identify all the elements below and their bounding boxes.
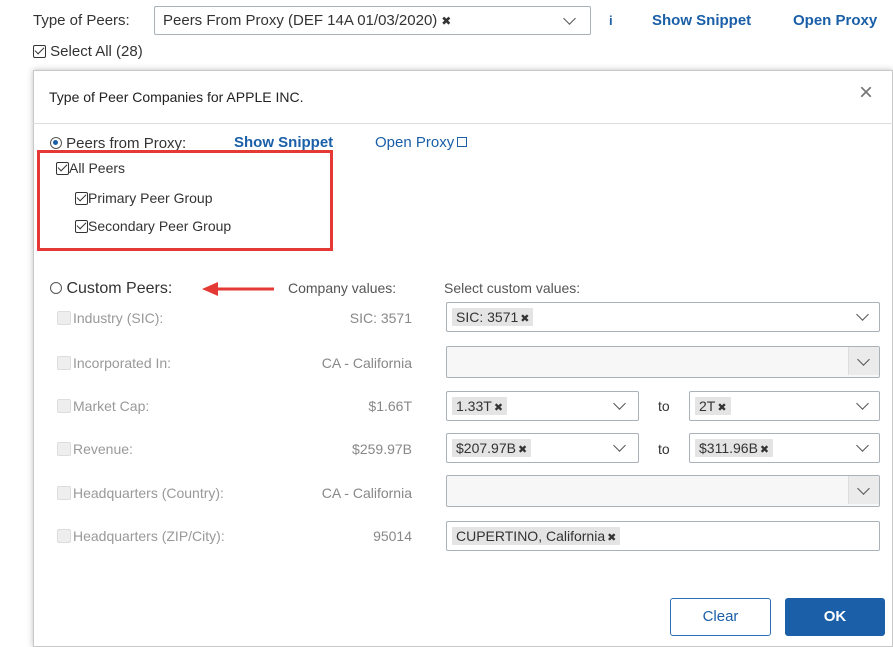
checkbox-icon[interactable] (57, 486, 71, 500)
revenue-to-select[interactable]: $311.96B ✖ (689, 433, 880, 463)
custom-peers-label: Custom Peers: (66, 280, 173, 297)
company-values-header: Company values: (288, 280, 397, 296)
remove-chip-icon[interactable]: ✖ (518, 444, 527, 456)
hq-country-company-value: CA - California (321, 485, 412, 501)
incorporated-label: Incorporated In: (73, 355, 172, 371)
chip-text: 2T (699, 398, 716, 414)
incorporated-select[interactable] (446, 346, 880, 378)
hq-zip-select[interactable]: CUPERTINO, California ✖ (446, 521, 880, 551)
clear-button[interactable]: Clear (670, 598, 771, 636)
open-proxy-text[interactable]: Open Proxy (375, 134, 454, 151)
chip-text: CUPERTINO, California (456, 528, 606, 544)
hq-country-select[interactable] (446, 475, 880, 507)
secondary-peer-group-label: Secondary Peer Group (88, 218, 232, 234)
external-link-icon (457, 137, 468, 147)
red-arrow-icon (202, 282, 274, 296)
market-cap-to-label: to (658, 398, 670, 414)
ok-button[interactable]: OK (785, 598, 885, 636)
industry-label: Industry (SIC): (73, 310, 164, 326)
market-cap-label: Market Cap: (73, 398, 150, 414)
info-icon[interactable]: i (609, 13, 613, 28)
remove-chip-icon[interactable]: ✖ (760, 444, 769, 456)
revenue-company-value: $259.97B (352, 441, 412, 457)
chevron-down-icon[interactable] (563, 12, 576, 25)
custom-peers-radio[interactable]: Custom Peers: (50, 280, 172, 298)
revenue-to-chip: $311.96B ✖ (695, 439, 774, 457)
dialog-open-proxy-link[interactable]: Open Proxy (375, 134, 468, 151)
hq-zip-label: Headquarters (ZIP/City): (73, 528, 225, 544)
remove-chip-icon[interactable]: ✖ (494, 402, 503, 414)
select-value: Peers From Proxy (DEF 14A 01/03/2020) ✖ (163, 12, 451, 29)
type-of-peers-select[interactable]: Peers From Proxy (DEF 14A 01/03/2020) ✖ (154, 6, 591, 35)
market-cap-from-chip: 1.33T ✖ (452, 397, 508, 415)
checkbox-icon[interactable] (75, 220, 88, 233)
checkbox-icon[interactable] (57, 442, 71, 456)
chip-text: $207.97B (456, 440, 516, 456)
industry-company-value: SIC: 3571 (349, 310, 412, 326)
remove-chip-icon[interactable]: ✖ (520, 313, 529, 325)
hq-zip-company-value: 95014 (373, 528, 412, 544)
chevron-down-icon[interactable] (856, 308, 869, 321)
industry-select[interactable]: SIC: 3571 ✖ (446, 302, 880, 332)
hq-zip-checkbox[interactable] (57, 528, 71, 544)
hq-zip-chip: CUPERTINO, California ✖ (452, 527, 621, 545)
incorporated-checkbox[interactable] (57, 355, 71, 371)
remove-chip-icon[interactable]: ✖ (607, 532, 616, 544)
chip-text: SIC: 3571 (456, 309, 519, 325)
dialog-title: Type of Peer Companies for APPLE INC. (49, 89, 304, 105)
all-peers-label: All Peers (69, 160, 126, 176)
market-cap-checkbox[interactable] (57, 398, 71, 414)
market-cap-from-select[interactable]: 1.33T ✖ (446, 391, 639, 421)
select-all-label: Select All (28) (50, 43, 143, 60)
hq-country-label: Headquarters (Country): (73, 485, 224, 501)
dialog-show-snippet-link[interactable]: Show Snippet (234, 134, 333, 151)
primary-peer-group-checkbox[interactable]: Primary Peer Group (75, 190, 212, 206)
industry-checkbox[interactable] (57, 310, 71, 326)
primary-peer-group-label: Primary Peer Group (88, 190, 213, 206)
checkbox-icon[interactable] (57, 311, 71, 325)
remove-value-icon[interactable]: ✖ (441, 14, 451, 28)
incorporated-company-value: CA - California (321, 355, 412, 371)
close-icon[interactable]: × (859, 81, 873, 105)
show-snippet-link[interactable]: Show Snippet (652, 12, 751, 29)
checkbox-icon[interactable] (33, 45, 46, 58)
checkbox-icon[interactable] (75, 192, 88, 205)
market-cap-to-chip: 2T ✖ (695, 397, 731, 415)
select-value-text: Peers From Proxy (DEF 14A 01/03/2020) (163, 12, 438, 29)
checkbox-icon[interactable] (57, 529, 71, 543)
radio-unselected-icon[interactable] (50, 282, 62, 294)
select-all-checkbox[interactable]: Select All (28) (33, 43, 143, 60)
chevron-down-icon[interactable] (856, 397, 869, 410)
revenue-from-chip: $207.97B ✖ (452, 439, 532, 457)
chip-text: 1.33T (456, 398, 492, 414)
chevron-down-icon[interactable] (856, 439, 869, 452)
revenue-checkbox[interactable] (57, 441, 71, 457)
revenue-label: Revenue: (73, 441, 133, 457)
secondary-peer-group-checkbox[interactable]: Secondary Peer Group (75, 218, 231, 234)
industry-chip: SIC: 3571 ✖ (452, 308, 534, 326)
type-of-peers-label: Type of Peers: (33, 12, 130, 29)
chip-text: $311.96B (699, 440, 758, 456)
checkbox-icon[interactable] (57, 399, 71, 413)
checkbox-icon[interactable] (57, 356, 71, 370)
custom-values-header: Select custom values: (444, 280, 581, 296)
radio-selected-icon[interactable] (50, 137, 62, 149)
chevron-down-icon[interactable] (613, 397, 626, 410)
open-proxy-link[interactable]: Open Proxy (793, 12, 877, 29)
chevron-down-icon[interactable] (613, 439, 626, 452)
hq-country-checkbox[interactable] (57, 485, 71, 501)
revenue-to-label: to (658, 441, 670, 457)
all-peers-checkbox[interactable]: All Peers (56, 160, 125, 176)
market-cap-company-value: $1.66T (368, 398, 412, 414)
revenue-from-select[interactable]: $207.97B ✖ (446, 433, 639, 463)
market-cap-to-select[interactable]: 2T ✖ (689, 391, 880, 421)
checkbox-icon[interactable] (56, 162, 69, 175)
remove-chip-icon[interactable]: ✖ (717, 402, 726, 414)
